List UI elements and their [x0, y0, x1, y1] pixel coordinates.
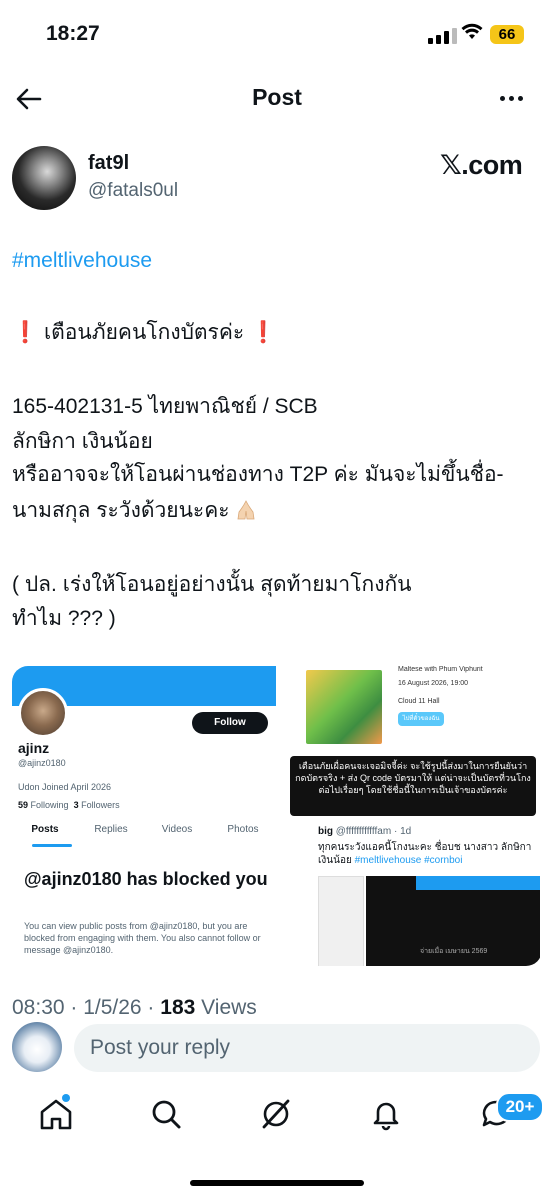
tab-replies: Replies: [94, 824, 128, 835]
page-title: Post: [252, 84, 302, 110]
event-venue: Cloud 11 Hall: [398, 698, 440, 705]
tab-videos: Videos: [161, 824, 193, 835]
warning-text: เตือนภัยคนโกงบัตรค่ะ: [38, 321, 250, 344]
x-com-watermark: 𝕏.com: [440, 150, 523, 180]
author-handle[interactable]: @fatals0ul: [88, 180, 178, 202]
author-avatar[interactable]: [12, 146, 76, 210]
reply-bar: Post your reply: [0, 1014, 554, 1082]
battery-indicator: 66: [490, 25, 524, 44]
tab-photos: Photos: [227, 824, 259, 835]
tab-posts: Posts: [31, 824, 59, 835]
home-indicator: [190, 1180, 364, 1186]
event-title: Maltese with Phum Viphurit: [398, 666, 483, 673]
post-surname-line: นามสกุล ระวังด้วยนะคะ: [12, 496, 257, 525]
quoted-post-header: big @ffffffffffffam · 1d: [318, 826, 412, 837]
notifications-bell-icon[interactable]: [366, 1094, 406, 1134]
wifi-icon: [461, 23, 483, 39]
profile-handle: @ajinz0180: [18, 758, 66, 768]
post-t2p-line: หรืออาจจะให้โอนผ่านช่องทาง T2P ค่ะ มันจะ…: [12, 463, 504, 486]
warning-caption-text: เตือนภัยเผื่อคนจะเจอมิจจี้ค่ะ จะใช้รูปนี…: [295, 761, 531, 795]
grok-icon[interactable]: [256, 1094, 296, 1134]
media-screenshot-profile[interactable]: Follow ajinz @ajinz0180 Udon Joined Apri…: [12, 666, 276, 966]
blocked-description: You can view public posts from @ajinz018…: [24, 921, 261, 955]
top-nav: Post: [0, 78, 554, 120]
profile-avatar-cat: [18, 688, 68, 738]
status-time: 18:27: [46, 22, 100, 45]
ticket-button: ไปที่ตั๋วของฉัน: [398, 712, 444, 726]
cellular-signal-icon: [428, 28, 457, 44]
quoted-post: big @ffffffffffffam · 1d ทุกคนระวังแอคนี…: [318, 826, 540, 966]
quoted-image-date: จ่ายเมื่อ เมษายน 2569: [420, 948, 488, 955]
post-name-line: ลักษิกา เงินน้อย: [12, 430, 153, 453]
status-bar: 18:27 66: [0, 0, 554, 70]
event-date: 16 August 2026, 19:00: [398, 680, 469, 687]
surname-text: นามสกุล ระวังด้วยนะคะ: [12, 499, 230, 522]
more-options-icon[interactable]: [500, 96, 523, 101]
post-hashtag-link[interactable]: #meltlivehouse: [12, 246, 152, 275]
profile-name: ajinz: [18, 740, 50, 756]
profile-meta: Udon Joined April 2026: [18, 782, 112, 792]
my-avatar: [12, 1022, 62, 1072]
post-note-line-1: ( ปล. เร่งให้โอนอยู่อย่างนั้น สุดท้ายมาโ…: [12, 573, 412, 596]
search-icon[interactable]: [146, 1094, 186, 1134]
praying-hands-icon: [237, 500, 255, 520]
profile-tabs: Posts Replies Videos Photos: [12, 824, 276, 835]
bottom-tab-bar: [0, 1086, 554, 1146]
blocked-title: @ajinz0180 has blocked you: [24, 869, 268, 889]
messages-badge: 20+: [496, 1092, 544, 1122]
exclamation-icon: ❗: [12, 321, 39, 344]
quoted-post-text: ทุกคนระวังแอคนี้โกงนะคะ ชื่อบช นางสาว ลั…: [318, 842, 532, 866]
warning-caption-box: เตือนภัยเผื่อคนจะเจอมิจจี้ค่ะ จะใช้รูปนี…: [290, 756, 536, 816]
media-screenshot-warning[interactable]: Maltese with Phum Viphurit 16 August 202…: [290, 666, 542, 966]
exclamation-icon: ❗: [249, 321, 277, 344]
quoted-post-images: จ่ายเมื่อ เมษายน 2569: [318, 876, 540, 966]
author-name[interactable]: fat9l: [88, 152, 129, 175]
event-poster-image: [306, 670, 382, 744]
home-notification-dot: [62, 1094, 70, 1102]
profile-follow-counts: 59 Following 3 Followers: [18, 800, 120, 810]
reply-input[interactable]: Post your reply: [74, 1024, 540, 1072]
post-account-line: 165-402131-5 ไทยพาณิชย์ / SCB: [12, 395, 318, 418]
active-tab-indicator: [32, 844, 72, 847]
follow-button: Follow: [192, 712, 268, 734]
post-media-grid[interactable]: Follow ajinz @ajinz0180 Udon Joined Apri…: [12, 666, 542, 966]
post-note-line-2: ทำไม ??? ): [12, 607, 116, 630]
post-warning-line: ❗ เตือนภัยคนโกงบัตรค่ะ ❗: [12, 318, 276, 347]
home-icon[interactable]: [36, 1094, 76, 1134]
